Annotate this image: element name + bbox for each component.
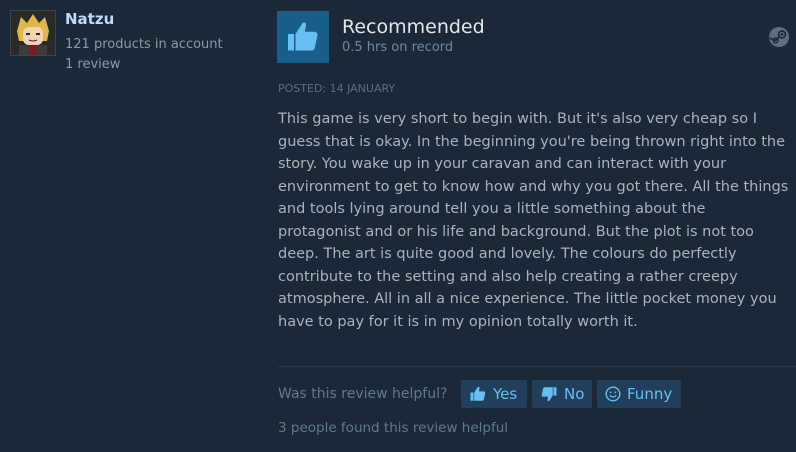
yes-button[interactable]: Yes [461,380,527,408]
hours-on-record: 0.5 hrs on record [342,40,454,55]
no-button[interactable]: No [532,380,592,408]
review-text: This game is very short to begin with. B… [278,111,789,330]
recommended-thumb [277,11,329,63]
verdict-title[interactable]: Recommended [342,16,485,38]
yes-label: Yes [493,385,518,403]
thumbs-up-icon [288,22,318,51]
funny-button[interactable]: Funny [597,380,681,408]
thumbs-up-icon [469,385,487,403]
reviews-count[interactable]: 1 review [65,57,120,72]
smiley-icon [605,386,621,402]
avatar[interactable] [10,10,56,56]
helpful-question: Was this review helpful? [278,386,448,402]
funny-label: Funny [627,385,673,403]
helpful-count: 3 people found this review helpful [278,420,509,436]
products-count[interactable]: 121 products in account [65,37,223,52]
posted-date: POSTED: 14 JANUARY [278,82,396,95]
username[interactable]: Natzu [65,10,114,28]
steam-icon [768,26,790,52]
thumbs-down-icon [540,385,558,403]
no-label: No [564,385,585,403]
divider [278,366,796,367]
